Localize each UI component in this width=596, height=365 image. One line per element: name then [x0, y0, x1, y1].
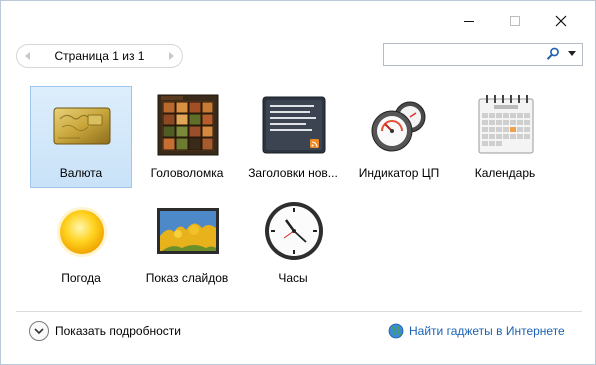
gadget-tile-slideshow[interactable]: Показ слайдов	[136, 191, 238, 293]
gadget-label: Календарь	[474, 166, 536, 180]
currency-icon	[53, 107, 111, 145]
minimize-icon	[464, 21, 474, 22]
gadgets-window: Страница 1 из 1 Валюта Головоломка Загол…	[0, 0, 596, 365]
chevron-right-icon	[169, 52, 174, 60]
expand-circle-icon	[29, 321, 49, 341]
calendar-icon	[478, 95, 534, 154]
gadget-label: Валюта	[59, 166, 103, 180]
footer-divider	[16, 311, 582, 312]
maximize-icon	[510, 16, 520, 26]
gadget-label: Часы	[278, 271, 308, 285]
slideshow-icon	[157, 208, 219, 254]
chevron-left-icon	[25, 52, 30, 60]
next-page-button[interactable]	[161, 46, 181, 66]
minimize-button[interactable]	[446, 9, 492, 33]
feed-headlines-icon	[262, 96, 326, 154]
page-navigator: Страница 1 из 1	[16, 44, 183, 68]
gadget-tile-currency[interactable]: Валюта	[30, 86, 132, 188]
gadget-tile-puzzle[interactable]: Головоломка	[136, 86, 238, 188]
gadget-tile-clock[interactable]: Часы	[242, 191, 344, 293]
gadget-label: Головоломка	[150, 166, 224, 180]
search-options-dropdown[interactable]	[565, 46, 579, 62]
globe-icon	[388, 323, 404, 339]
chevron-down-icon	[568, 51, 576, 56]
maximize-button[interactable]	[492, 9, 538, 33]
page-indicator: Страница 1 из 1	[54, 49, 145, 63]
gadget-tile-feed-headlines[interactable]: Заголовки нов...	[242, 86, 344, 188]
search-input[interactable]	[383, 43, 583, 66]
gadget-label: Заголовки нов...	[248, 166, 338, 180]
gadget-gallery: Валюта Головоломка Заголовки нов... Инди…	[1, 81, 596, 306]
clock-icon	[265, 202, 323, 260]
puzzle-icon	[157, 94, 219, 156]
cpu-meter-icon	[371, 101, 426, 152]
get-gadgets-online-label: Найти гаджеты в Интернете	[409, 324, 565, 338]
gadget-label: Погода	[61, 271, 101, 285]
close-icon	[555, 15, 567, 27]
show-details-label: Показать подробности	[55, 324, 181, 338]
gadget-tile-cpu-meter[interactable]: Индикатор ЦП	[348, 86, 450, 188]
gadget-label: Индикатор ЦП	[358, 166, 440, 180]
gadget-label: Показ слайдов	[145, 271, 229, 285]
gadget-tile-calendar[interactable]: Календарь	[454, 86, 556, 188]
chevron-down-icon	[34, 327, 44, 334]
weather-sun-icon	[57, 207, 107, 257]
get-gadgets-online-link[interactable]: Найти гаджеты в Интернете	[388, 321, 565, 341]
previous-page-button[interactable]	[18, 46, 38, 66]
gadget-tile-weather[interactable]: Погода	[30, 191, 132, 293]
search-icon[interactable]	[545, 46, 561, 62]
show-details-toggle[interactable]: Показать подробности	[29, 320, 181, 342]
close-button[interactable]	[538, 9, 584, 33]
